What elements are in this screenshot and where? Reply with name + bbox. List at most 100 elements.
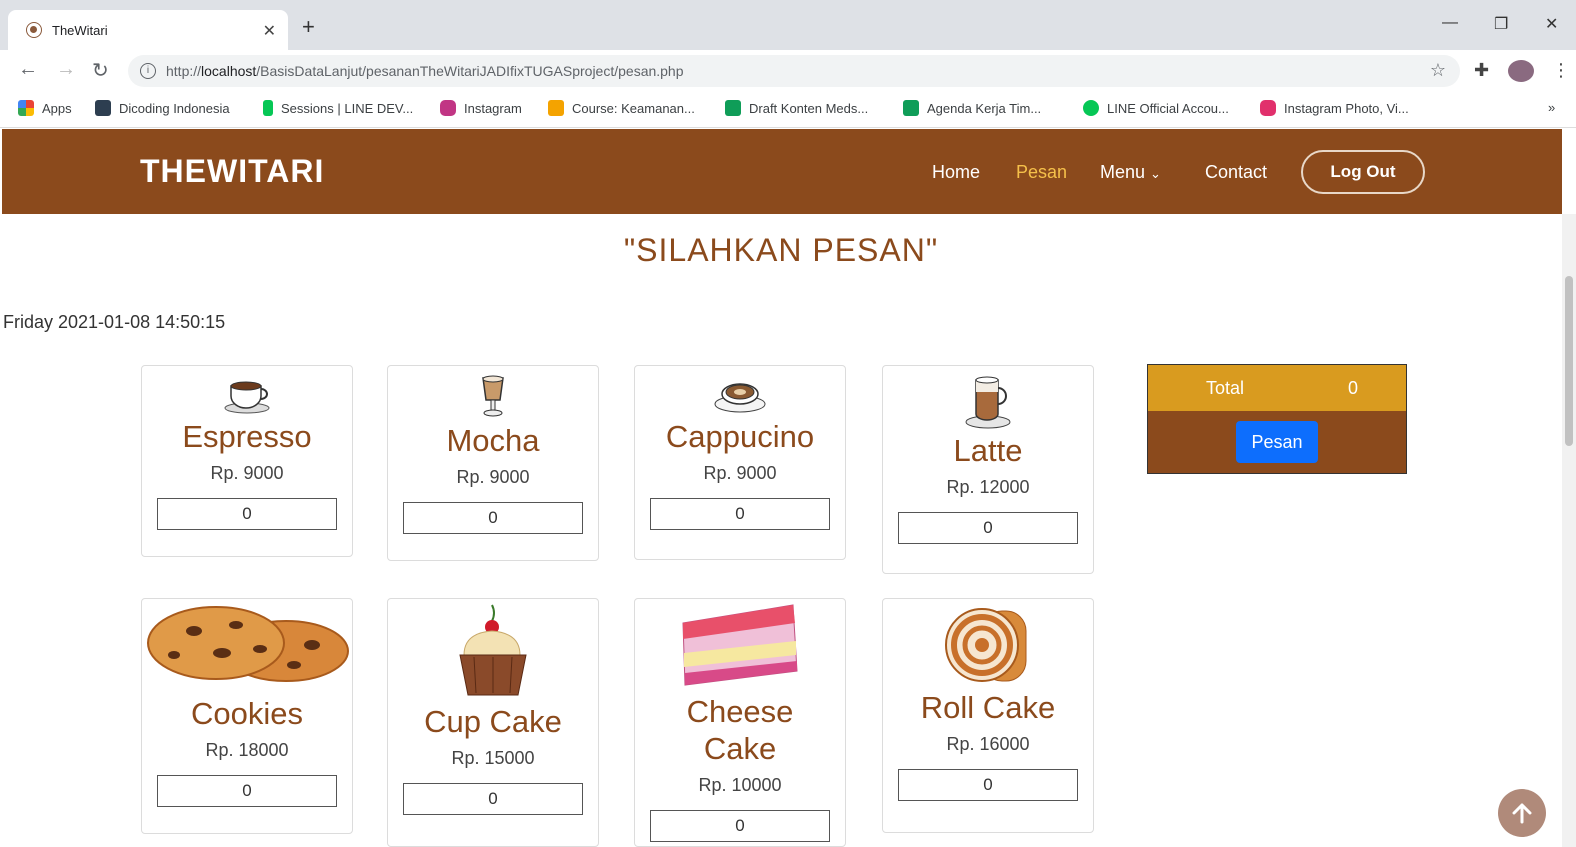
url-input[interactable]: i http://localhost/BasisDataLanjut/pesan… [128,55,1460,87]
total-value: 0 [1348,378,1359,398]
bookmark-label: Instagram [464,100,522,116]
line-dev-icon [263,100,273,116]
url-scheme: http:// [166,63,202,79]
quantity-input[interactable] [403,502,583,535]
site-favicon-icon [26,22,42,38]
quantity-input[interactable] [157,498,337,531]
item-price: Rp. 15000 [451,748,535,769]
bookmark-dicoding[interactable]: Dicoding Indonesia [95,100,230,116]
bookmark-instagram[interactable]: Instagram [440,100,522,116]
sheets-icon [725,100,741,116]
latte-glass-icon [965,376,1011,429]
instagram-photo-icon [1260,100,1276,116]
item-price: Rp. 18000 [205,740,289,761]
item-price: Rp. 12000 [946,477,1030,498]
item-price: Rp. 16000 [946,734,1030,755]
roll-cake-icon [945,608,1027,682]
order-button[interactable]: Pesan [1236,421,1318,463]
item-name: Cappucino [665,419,815,454]
item-name: Cheese Cake [686,694,794,767]
bookmark-label: Instagram Photo, Vi... [1284,100,1409,116]
cookies-icon [147,606,349,682]
datetime-display: Friday 2021-01-08 14:50:15 [3,312,226,332]
item-name: Cookies [191,696,303,731]
bookmark-label: Agenda Kerja Tim... [927,100,1042,116]
window-close-icon[interactable]: ✕ [1545,14,1558,34]
bookmark-line-dev[interactable]: Sessions | LINE DEV... [263,100,413,116]
bookmark-label: Course: Keamanan... [572,100,695,116]
back-to-top-button[interactable] [1498,789,1546,837]
menu-card-cupcake: Cup Cake Rp. 15000 [387,598,599,847]
menu-card-roll-cake: Roll Cake Rp. 16000 [882,598,1094,833]
total-footer: Pesan [1148,411,1406,473]
minimize-icon[interactable]: — [1442,14,1458,32]
extensions-puzzle-icon[interactable]: ✚ [1474,60,1489,81]
profile-avatar-icon[interactable] [1508,60,1534,82]
forward-icon[interactable]: → [56,58,76,81]
item-name: Espresso [182,419,312,454]
bookmarks-overflow-icon[interactable]: » [1548,100,1555,115]
scrollbar-thumb[interactable] [1565,276,1573,446]
url-host: localhost [201,63,257,79]
apps-grid-icon [18,100,34,116]
page-title: "SILAHKAN PESAN" [623,232,939,268]
logout-button[interactable]: Log Out [1301,150,1425,194]
item-price: Rp. 10000 [698,775,782,796]
restore-icon[interactable]: ❐ [1494,14,1508,34]
site-brand[interactable]: THEWITARI [140,153,324,190]
arrow-up-icon [1512,803,1532,824]
nav-menu[interactable]: Menu ⌄ [1100,162,1161,183]
menu-card-espresso: Espresso Rp. 9000 [141,365,353,557]
bookmark-star-icon[interactable]: ☆ [1430,60,1446,81]
menu-card-cookies: Cookies Rp. 18000 [141,598,353,834]
menu-card-latte: Latte Rp. 12000 [882,365,1094,574]
back-icon[interactable]: ← [18,58,38,81]
url-path: /BasisDataLanjut/pesananTheWitariJADIfix… [256,63,684,79]
bookmark-draft-konten[interactable]: Draft Konten Meds... [725,100,868,116]
item-name: Latte [953,433,1023,468]
quantity-input[interactable] [898,512,1078,545]
bookmark-agenda[interactable]: Agenda Kerja Tim... [903,100,1041,116]
bookmark-label: Draft Konten Meds... [749,100,869,116]
mocha-glass-icon [482,375,504,417]
coffee-cup-icon [224,381,270,414]
new-tab-icon[interactable]: + [302,14,315,40]
nav-contact[interactable]: Contact [1205,162,1267,183]
dicoding-icon [95,100,111,116]
browser-tab[interactable]: TheWitari ✕ [8,10,288,50]
address-bar-row: ← → ↻ i http://localhost/BasisDataLanjut… [0,50,1576,92]
nav-pesan[interactable]: Pesan [1016,162,1067,183]
browser-menu-icon[interactable]: ⋮ [1552,60,1570,81]
close-tab-icon[interactable]: ✕ [263,21,276,41]
quantity-input[interactable] [650,810,830,843]
cappucino-cup-icon [714,383,766,413]
bookmark-label: Dicoding Indonesia [119,100,230,116]
quantity-input[interactable] [403,783,583,816]
site-info-icon[interactable]: i [140,63,156,79]
cheesecake-icon [682,604,798,686]
bookmarks-bar: Apps Dicoding Indonesia Sessions | LINE … [0,92,1576,128]
total-label: Total [1206,378,1245,398]
order-total-panel: Total 0 Pesan [1147,364,1407,474]
total-header: Total 0 [1148,365,1406,411]
tab-title: TheWitari [52,22,108,38]
bookmark-course[interactable]: Course: Keamanan... [548,100,695,116]
quantity-input[interactable] [898,769,1078,802]
quantity-input[interactable] [650,498,830,531]
bookmark-label: Apps [42,100,72,116]
menu-card-mocha: Mocha Rp. 9000 [387,365,599,561]
instagram-icon [440,100,456,116]
menu-card-cheesecake: Cheese Cake Rp. 10000 [634,598,846,847]
item-price: Rp. 9000 [703,463,777,484]
bookmark-instagram-photo[interactable]: Instagram Photo, Vi... [1260,100,1409,116]
item-name: Mocha [446,423,540,458]
quantity-input[interactable] [157,775,337,808]
chevron-down-icon: ⌄ [1150,166,1161,181]
bookmark-line-official[interactable]: LINE Official Accou... [1083,100,1229,116]
page-scrollbar[interactable] [1562,214,1576,847]
nav-home[interactable]: Home [932,162,980,183]
bookmark-apps[interactable]: Apps [18,100,72,116]
item-price: Rp. 9000 [210,463,284,484]
item-name: Roll Cake [920,690,1056,725]
reload-icon[interactable]: ↻ [92,58,109,83]
